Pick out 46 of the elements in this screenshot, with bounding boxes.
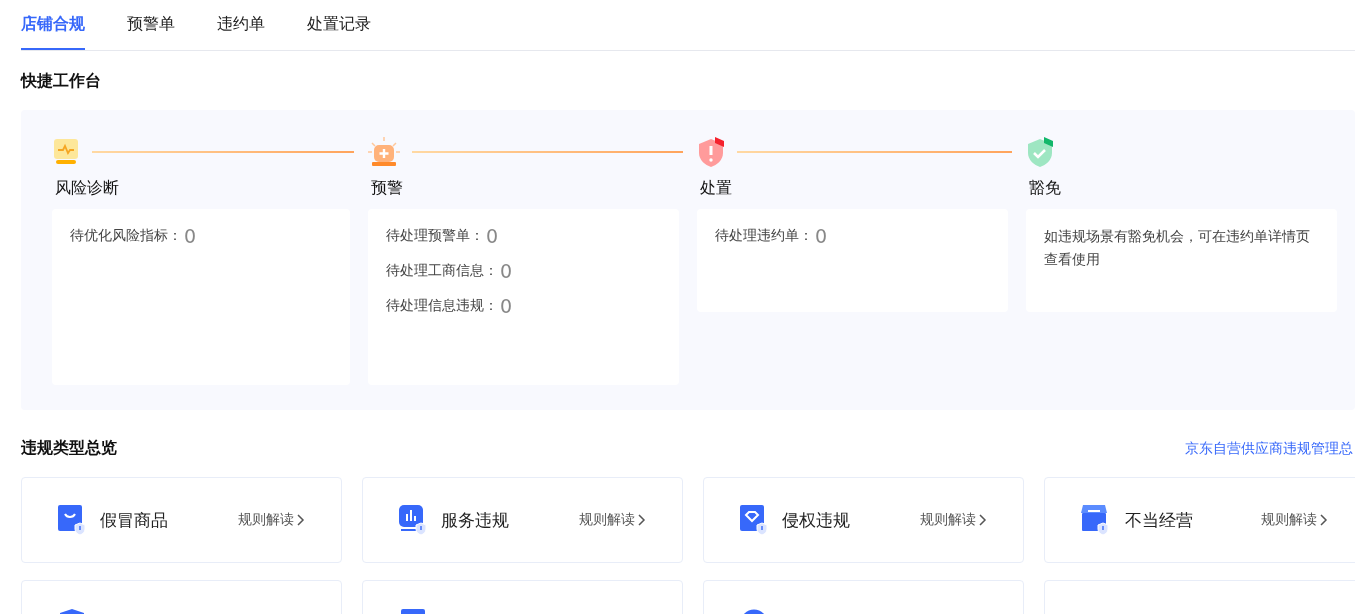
metric-value[interactable]: 0 [500,295,513,317]
step-title: 预警 [371,178,404,199]
bar-chart-icon [399,505,427,535]
metric-value[interactable]: 0 [184,225,197,247]
metric-label: 待处理工商信息： [386,262,498,280]
violation-type-card[interactable]: 假冒商品 规则解读 [21,477,342,563]
chevron-right-icon [297,514,305,526]
rule-interpretation-link[interactable]: 规则解读 [579,511,646,529]
rule-interpretation-link[interactable]: 规则解读 [238,511,305,529]
tab[interactable]: 处置记录 [307,0,371,50]
shield-alert-icon [697,136,725,168]
tab[interactable]: 违约单 [217,0,265,50]
violation-type-name: 假冒商品 [100,508,169,532]
metric-label: 待处理违约单： [715,227,813,245]
metric-value[interactable]: 0 [500,260,513,282]
chevron-right-icon [638,514,646,526]
tab[interactable]: 店铺合规 [21,0,85,50]
monitor-icon [52,138,80,166]
chevron-right-icon [1320,514,1328,526]
step-title: 豁免 [1029,178,1062,199]
shield-check-icon [1026,136,1054,168]
shopping-bag-icon [58,505,86,535]
metric-value[interactable]: 0 [486,225,499,247]
store-icon [1081,505,1111,535]
chevron-right-icon [979,514,987,526]
violation-type-card[interactable]: 不当经营 规则解读 [1044,477,1355,563]
section-title: 快捷工作台 [21,71,102,92]
metric-value[interactable]: 0 [815,225,828,247]
siren-icon [368,137,400,167]
rule-interpretation-link[interactable]: 规则解读 [1261,511,1328,529]
metric-label: 待优化风险指标： [70,227,182,245]
violation-type-name: 服务违规 [441,508,510,532]
rules-link[interactable]: 京东自营供应商违规管理总 [1185,439,1353,458]
metric-label: 待处理信息违规： [386,297,498,315]
rule-interpretation-link[interactable]: 规则解读 [920,511,987,529]
violation-type-name: 侵权违规 [782,508,851,532]
section-title: 违规类型总览 [21,438,117,459]
diamond-icon [740,505,768,535]
violation-type-name: 不当经营 [1125,508,1194,532]
step-title: 风险诊断 [55,178,120,199]
violation-type-card[interactable]: 侵权违规 规则解读 [703,477,1024,563]
violation-type-card[interactable]: 服务违规 规则解读 [362,477,683,563]
tab[interactable]: 预警单 [127,0,175,50]
step-title: 处置 [700,178,733,199]
exemption-note: 如违规场景有豁免机会，可在违约单详情页查看使用 [1044,227,1311,269]
metric-label: 待处理预警单： [386,227,484,245]
